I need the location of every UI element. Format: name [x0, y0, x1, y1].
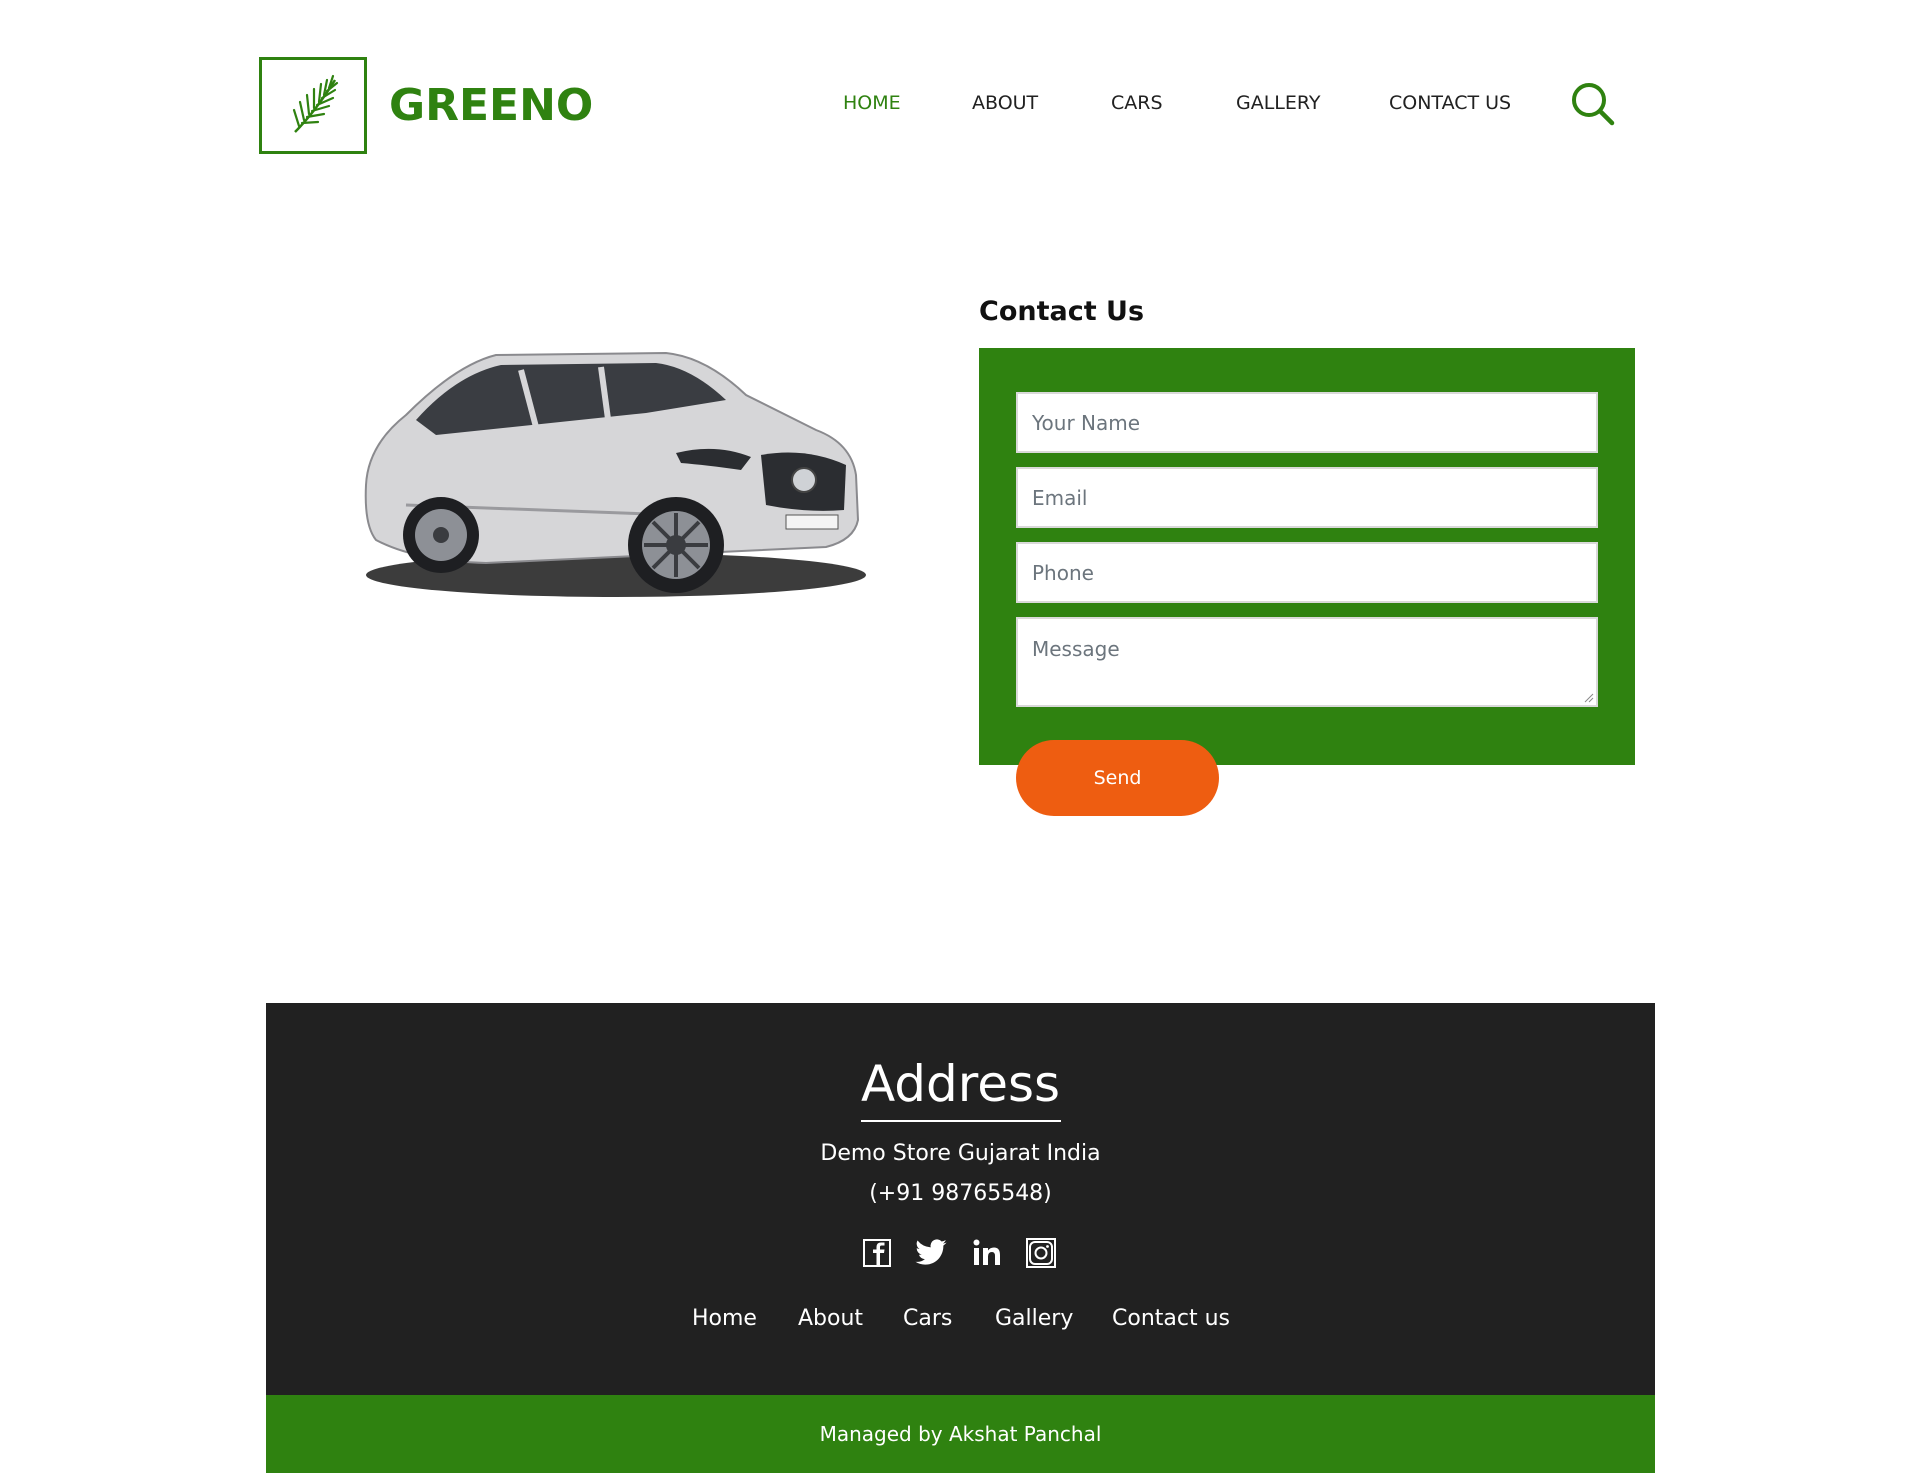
footer-phone: (+91 98765548) [869, 1181, 1052, 1206]
footer-link-gallery[interactable]: Gallery [995, 1306, 1073, 1331]
instagram-icon[interactable] [1024, 1236, 1058, 1270]
site-footer: Address Demo Store Gujarat India (+91 98… [266, 1003, 1655, 1473]
footer-link-home[interactable]: Home [692, 1306, 757, 1331]
credit-text: Managed by Akshat Panchal [819, 1422, 1102, 1446]
contact-form: Your Name Email Phone Message [979, 348, 1635, 765]
footer-divider [861, 1120, 1061, 1122]
name-field[interactable]: Your Name [1016, 392, 1598, 453]
nav-contact-us[interactable]: CONTACT US [1389, 92, 1511, 114]
twitter-icon[interactable] [914, 1236, 948, 1270]
nav-cars[interactable]: CARS [1111, 92, 1163, 114]
nav-gallery[interactable]: GALLERY [1236, 92, 1321, 114]
footer-link-contact-us[interactable]: Contact us [1112, 1306, 1230, 1331]
phone-field[interactable]: Phone [1016, 542, 1598, 603]
send-button[interactable]: Send [1016, 740, 1219, 816]
site-header: GREENO HOME ABOUT CARS GALLERY CONTACT U… [0, 0, 1920, 200]
car-image [346, 335, 866, 615]
footer-address: Demo Store Gujarat India [820, 1141, 1101, 1166]
resize-handle-icon[interactable] [1584, 693, 1594, 703]
linkedin-icon[interactable] [970, 1236, 1004, 1270]
credit-bar: Managed by Akshat Panchal [266, 1395, 1655, 1473]
footer-link-cars[interactable]: Cars [903, 1306, 952, 1331]
contact-title: Contact Us [979, 296, 1145, 327]
nav-about[interactable]: ABOUT [972, 92, 1038, 114]
footer-link-about[interactable]: About [798, 1306, 863, 1331]
message-field[interactable]: Message [1016, 617, 1598, 707]
main-nav: HOME ABOUT CARS GALLERY CONTACT US [0, 92, 1920, 122]
email-field[interactable]: Email [1016, 467, 1598, 528]
facebook-icon[interactable] [860, 1236, 894, 1270]
search-icon[interactable] [1570, 81, 1616, 127]
message-placeholder: Message [1032, 637, 1120, 661]
nav-home[interactable]: HOME [843, 92, 901, 114]
footer-title: Address [860, 1055, 1061, 1113]
